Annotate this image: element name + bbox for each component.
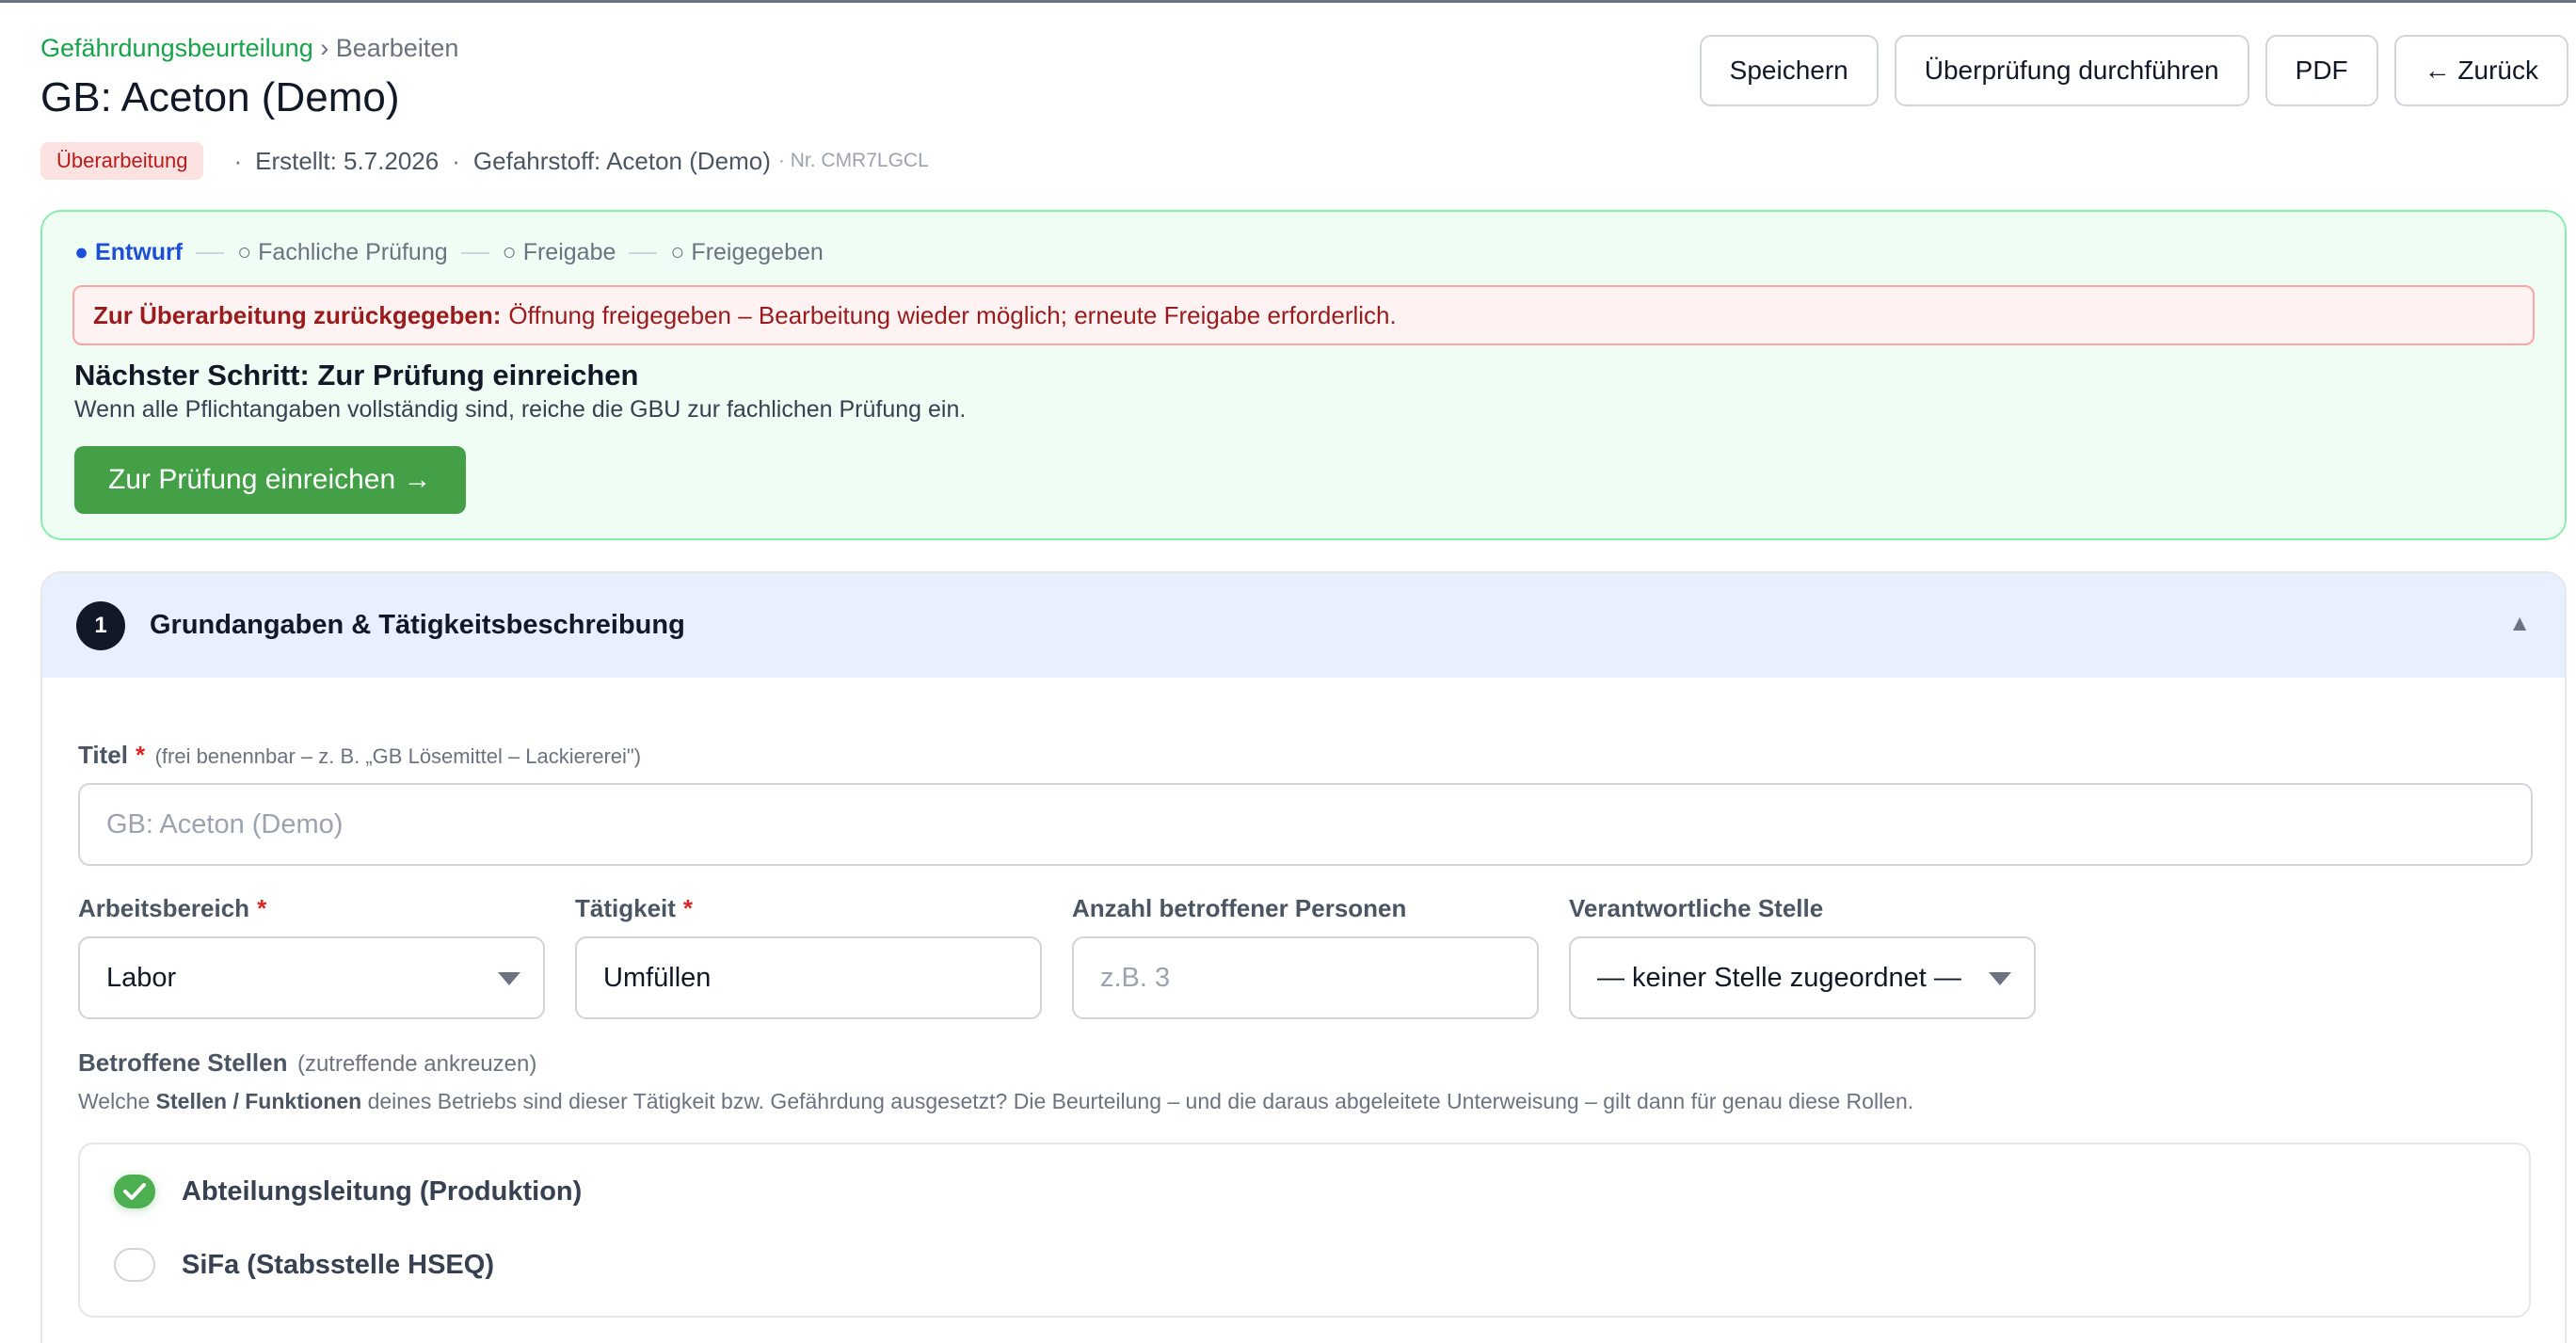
role-label: Abteilungsleitung (Produktion) xyxy=(182,1175,583,1207)
breadcrumb-current: Bearbeiten xyxy=(335,34,459,62)
area-select-value: Labor xyxy=(106,962,177,993)
role-item[interactable]: SiFa (Stabsstelle HSEQ) xyxy=(114,1248,494,1282)
responsible-label-text: Verantwortliche Stelle xyxy=(1569,894,1824,922)
section-number: 1 xyxy=(76,600,125,650)
role-label: SiFa (Stabsstelle HSEQ) xyxy=(182,1249,494,1280)
substance-label: Gefahrstoff: Aceton (Demo) xyxy=(472,146,771,175)
workflow-panel: ● Entwurf ○ Fachliche Prüfung ○ Freigabe… xyxy=(40,210,2567,540)
step-freigegeben: ○ Freigegeben xyxy=(670,239,824,265)
roles-list: Abteilungsleitung (Produktion) SiFa (Sta… xyxy=(78,1143,2531,1318)
chevron-down-icon xyxy=(498,972,520,985)
persons-input[interactable] xyxy=(1100,962,1537,994)
title-input[interactable] xyxy=(106,808,2531,840)
rework-alert: Zur Überarbeitung zurückgegeben: Öffnung… xyxy=(72,285,2535,345)
roles-desc-part: Welche xyxy=(78,1089,156,1113)
page-title: GB: Aceton (Demo) xyxy=(40,74,400,120)
checkmark-icon xyxy=(123,1183,146,1200)
step-freigabe: ○ Freigabe xyxy=(502,239,616,265)
chevron-down-icon xyxy=(1989,972,2011,985)
area-label: Arbeitsbereich * xyxy=(78,894,266,923)
step-connector xyxy=(460,251,489,254)
next-step-description: Wenn alle Pflichtangaben vollständig sin… xyxy=(74,396,967,423)
alert-text: Öffnung freigegeben – Bearbeitung wieder… xyxy=(508,300,1397,329)
title-label-text: Titel xyxy=(78,741,128,769)
persons-label: Anzahl betroffener Personen xyxy=(1072,894,1406,923)
pdf-button[interactable]: PDF xyxy=(2264,35,2378,106)
workflow-steps: ● Entwurf ○ Fachliche Prüfung ○ Freigabe… xyxy=(74,239,824,266)
roles-hint: (zutreffende ankreuzen) xyxy=(296,1051,537,1077)
meta-row: Überarbeitung · Erstellt: 5.7.2026 · Gef… xyxy=(40,142,929,180)
submit-for-review-button[interactable]: Zur Prüfung einreichen → xyxy=(74,446,466,514)
step-connector xyxy=(629,251,658,254)
required-marker: * xyxy=(257,894,267,922)
roles-desc-bold: Stellen / Funktionen xyxy=(155,1089,362,1113)
back-button[interactable]: ← Zurück xyxy=(2393,35,2568,106)
breadcrumb-link-gefaehrdungsbeurteilung[interactable]: Gefährdungsbeurteilung xyxy=(40,34,313,62)
roles-label-text: Betroffene Stellen xyxy=(78,1048,288,1077)
collapse-icon[interactable]: ▲ xyxy=(2508,611,2531,637)
header-actions: Speichern Überprüfung durchführen PDF ← … xyxy=(1699,35,2568,106)
page-header: Gefährdungsbeurteilung › Bearbeiten GB: … xyxy=(40,34,929,180)
responsible-select[interactable]: — keiner Stelle zugeordnet — xyxy=(1569,936,2036,1019)
next-step-title: Nächster Schritt: Zur Prüfung einreichen xyxy=(74,359,639,392)
activity-label: Tätigkeit * xyxy=(575,894,693,923)
step-fachliche-pruefung: ○ Fachliche Prüfung xyxy=(237,239,448,265)
role-checkbox[interactable] xyxy=(114,1175,155,1208)
roles-desc-part: deines Betriebs sind dieser Tätigkeit bz… xyxy=(361,1089,1914,1113)
title-label: Titel * (frei benennbar – z. B. „GB Lösem… xyxy=(78,741,641,770)
review-button[interactable]: Überprüfung durchführen xyxy=(1894,35,2249,106)
meta-separator: · xyxy=(452,146,460,175)
area-label-text: Arbeitsbereich xyxy=(78,894,250,922)
persons-field[interactable] xyxy=(1072,936,1539,1019)
title-field[interactable] xyxy=(78,783,2533,866)
status-badge: Überarbeitung xyxy=(40,142,204,180)
required-marker: * xyxy=(682,894,694,922)
responsible-label: Verantwortliche Stelle xyxy=(1569,894,1823,923)
roles-label: Betroffene Stellen (zutreffende ankreuze… xyxy=(78,1048,536,1078)
breadcrumb-separator: › xyxy=(320,34,329,62)
section-title: Grundangaben & Tätigkeitsbeschreibung xyxy=(150,610,685,640)
activity-field[interactable]: Umfüllen xyxy=(575,936,1042,1019)
persons-label-text: Anzahl betroffener Personen xyxy=(1072,894,1407,922)
required-marker: * xyxy=(135,741,146,769)
created-date: Erstellt: 5.7.2026 xyxy=(255,146,440,175)
responsible-select-value: — keiner Stelle zugeordnet — xyxy=(1597,962,1961,993)
step-entwurf: ● Entwurf xyxy=(74,239,184,265)
step-connector xyxy=(196,251,225,254)
section-header[interactable]: 1 Grundangaben & Tätigkeitsbeschreibung … xyxy=(42,573,2565,678)
role-checkbox[interactable] xyxy=(114,1248,155,1282)
document-number: · Nr. CMR7LGCL xyxy=(777,150,929,171)
section-grundangaben: 1 Grundangaben & Tätigkeitsbeschreibung … xyxy=(40,571,2567,1343)
activity-input-value: Umfüllen xyxy=(603,962,712,993)
role-item[interactable]: Abteilungsleitung (Produktion) xyxy=(114,1175,582,1208)
breadcrumb: Gefährdungsbeurteilung › Bearbeiten xyxy=(40,34,929,63)
window-top-edge xyxy=(0,0,2576,3)
title-hint: (frei benennbar – z. B. „GB Lösemittel –… xyxy=(154,744,642,768)
activity-label-text: Tätigkeit xyxy=(575,894,676,922)
meta-separator: · xyxy=(233,146,243,175)
alert-title: Zur Überarbeitung zurückgegeben: xyxy=(93,300,502,329)
save-button[interactable]: Speichern xyxy=(1699,35,1879,106)
area-select[interactable]: Labor xyxy=(78,936,545,1019)
roles-description: Welche Stellen / Funktionen deines Betri… xyxy=(78,1089,1913,1114)
